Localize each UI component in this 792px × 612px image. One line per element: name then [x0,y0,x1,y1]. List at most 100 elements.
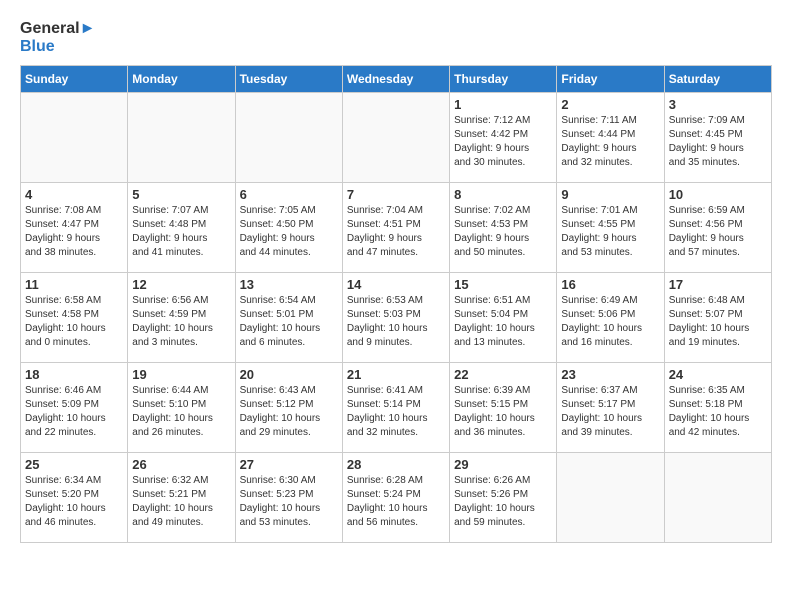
day-number: 24 [669,367,767,382]
calendar-cell: 3 Sunrise: 7:09 AM Sunset: 4:45 PM Daylig… [664,93,771,183]
day-number: 14 [347,277,445,292]
day-number: 20 [240,367,338,382]
day-number: 29 [454,457,552,472]
logo-general: General► [20,20,95,38]
day-number: 1 [454,97,552,112]
day-number: 19 [132,367,230,382]
calendar-cell [235,93,342,183]
day-header-saturday: Saturday [664,66,771,93]
calendar-cell: 27 Sunrise: 6:30 AM Sunset: 5:23 PM Dayli… [235,453,342,543]
calendar-cell: 29 Sunrise: 6:26 AM Sunset: 5:26 PM Dayli… [450,453,557,543]
day-info: Sunrise: 6:59 AM Sunset: 4:56 PM Dayligh… [669,204,767,260]
day-info: Sunrise: 6:37 AM Sunset: 5:17 PM Dayligh… [561,384,659,440]
day-number: 12 [132,277,230,292]
day-info: Sunrise: 7:09 AM Sunset: 4:45 PM Dayligh… [669,114,767,170]
day-header-wednesday: Wednesday [342,66,449,93]
calendar-cell: 16 Sunrise: 6:49 AM Sunset: 5:06 PM Dayli… [557,273,664,363]
day-info: Sunrise: 6:30 AM Sunset: 5:23 PM Dayligh… [240,474,338,530]
calendar-cell: 12Sunrise: 6:56 AM Sunset: 4:59 PM Dayli… [128,273,235,363]
calendar-cell: 17Sunrise: 6:48 AM Sunset: 5:07 PM Dayli… [664,273,771,363]
day-number: 6 [240,187,338,202]
calendar-cell: 22 Sunrise: 6:39 AM Sunset: 5:15 PM Dayli… [450,363,557,453]
calendar-cell: 14 Sunrise: 6:53 AM Sunset: 5:03 PM Dayli… [342,273,449,363]
day-header-sunday: Sunday [21,66,128,93]
calendar-week-2: 4 Sunrise: 7:08 AM Sunset: 4:47 PM Daylig… [21,183,772,273]
calendar-week-3: 11 Sunrise: 6:58 AM Sunset: 4:58 PM Dayli… [21,273,772,363]
day-number: 27 [240,457,338,472]
calendar-cell: 26 Sunrise: 6:32 AM Sunset: 5:21 PM Dayli… [128,453,235,543]
calendar-cell [664,453,771,543]
day-number: 21 [347,367,445,382]
page-header: General► Blue [20,20,772,55]
calendar-cell: 13Sunrise: 6:54 AM Sunset: 5:01 PM Dayli… [235,273,342,363]
day-number: 3 [669,97,767,112]
day-number: 11 [25,277,123,292]
calendar-cell: 19 Sunrise: 6:44 AM Sunset: 5:10 PM Dayli… [128,363,235,453]
day-info: Sunrise: 7:02 AM Sunset: 4:53 PM Dayligh… [454,204,552,260]
calendar-cell: 1 Sunrise: 7:12 AM Sunset: 4:42 PM Daylig… [450,93,557,183]
calendar-cell: 15 Sunrise: 6:51 AM Sunset: 5:04 PM Dayli… [450,273,557,363]
calendar-cell [128,93,235,183]
day-number: 16 [561,277,659,292]
day-info: Sunrise: 6:34 AM Sunset: 5:20 PM Dayligh… [25,474,123,530]
day-number: 28 [347,457,445,472]
day-info: Sunrise: 6:58 AM Sunset: 4:58 PM Dayligh… [25,294,123,350]
calendar-header-row: SundayMondayTuesdayWednesdayThursdayFrid… [21,66,772,93]
day-header-tuesday: Tuesday [235,66,342,93]
calendar-cell: 18 Sunrise: 6:46 AM Sunset: 5:09 PM Dayli… [21,363,128,453]
calendar-cell: 28 Sunrise: 6:28 AM Sunset: 5:24 PM Dayli… [342,453,449,543]
day-number: 2 [561,97,659,112]
day-number: 7 [347,187,445,202]
day-number: 23 [561,367,659,382]
calendar-week-1: 1 Sunrise: 7:12 AM Sunset: 4:42 PM Daylig… [21,93,772,183]
calendar-cell: 11 Sunrise: 6:58 AM Sunset: 4:58 PM Dayli… [21,273,128,363]
calendar-week-5: 25 Sunrise: 6:34 AM Sunset: 5:20 PM Dayli… [21,453,772,543]
calendar-cell: 8 Sunrise: 7:02 AM Sunset: 4:53 PM Daylig… [450,183,557,273]
day-info: Sunrise: 6:28 AM Sunset: 5:24 PM Dayligh… [347,474,445,530]
day-info: Sunrise: 6:48 AM Sunset: 5:07 PM Dayligh… [669,294,767,350]
day-info: Sunrise: 6:43 AM Sunset: 5:12 PM Dayligh… [240,384,338,440]
day-info: Sunrise: 7:12 AM Sunset: 4:42 PM Dayligh… [454,114,552,170]
day-info: Sunrise: 6:26 AM Sunset: 5:26 PM Dayligh… [454,474,552,530]
day-info: Sunrise: 6:53 AM Sunset: 5:03 PM Dayligh… [347,294,445,350]
day-header-thursday: Thursday [450,66,557,93]
calendar-cell: 2 Sunrise: 7:11 AM Sunset: 4:44 PM Daylig… [557,93,664,183]
day-info: Sunrise: 7:07 AM Sunset: 4:48 PM Dayligh… [132,204,230,260]
calendar-cell: 5 Sunrise: 7:07 AM Sunset: 4:48 PM Daylig… [128,183,235,273]
day-info: Sunrise: 7:11 AM Sunset: 4:44 PM Dayligh… [561,114,659,170]
calendar-cell [21,93,128,183]
calendar-cell: 7Sunrise: 7:04 AM Sunset: 4:51 PM Daylig… [342,183,449,273]
day-number: 26 [132,457,230,472]
calendar-cell [342,93,449,183]
day-number: 5 [132,187,230,202]
day-info: Sunrise: 6:46 AM Sunset: 5:09 PM Dayligh… [25,384,123,440]
calendar-cell: 25 Sunrise: 6:34 AM Sunset: 5:20 PM Dayli… [21,453,128,543]
day-info: Sunrise: 6:35 AM Sunset: 5:18 PM Dayligh… [669,384,767,440]
calendar-cell: 21Sunrise: 6:41 AM Sunset: 5:14 PM Dayli… [342,363,449,453]
calendar-cell: 10 Sunrise: 6:59 AM Sunset: 4:56 PM Dayli… [664,183,771,273]
day-number: 15 [454,277,552,292]
day-number: 9 [561,187,659,202]
day-info: Sunrise: 6:32 AM Sunset: 5:21 PM Dayligh… [132,474,230,530]
day-header-friday: Friday [557,66,664,93]
logo-blue: Blue [20,38,95,56]
day-info: Sunrise: 6:39 AM Sunset: 5:15 PM Dayligh… [454,384,552,440]
day-number: 25 [25,457,123,472]
day-number: 8 [454,187,552,202]
calendar-cell: 9 Sunrise: 7:01 AM Sunset: 4:55 PM Daylig… [557,183,664,273]
day-number: 18 [25,367,123,382]
calendar-cell: 4 Sunrise: 7:08 AM Sunset: 4:47 PM Daylig… [21,183,128,273]
day-number: 4 [25,187,123,202]
calendar-cell: 20 Sunrise: 6:43 AM Sunset: 5:12 PM Dayli… [235,363,342,453]
day-header-monday: Monday [128,66,235,93]
day-number: 10 [669,187,767,202]
day-number: 22 [454,367,552,382]
logo: General► Blue [20,20,95,55]
day-info: Sunrise: 7:01 AM Sunset: 4:55 PM Dayligh… [561,204,659,260]
day-info: Sunrise: 6:44 AM Sunset: 5:10 PM Dayligh… [132,384,230,440]
day-info: Sunrise: 6:51 AM Sunset: 5:04 PM Dayligh… [454,294,552,350]
day-info: Sunrise: 6:54 AM Sunset: 5:01 PM Dayligh… [240,294,338,350]
calendar-cell: 23 Sunrise: 6:37 AM Sunset: 5:17 PM Dayli… [557,363,664,453]
day-info: Sunrise: 7:08 AM Sunset: 4:47 PM Dayligh… [25,204,123,260]
day-info: Sunrise: 6:49 AM Sunset: 5:06 PM Dayligh… [561,294,659,350]
